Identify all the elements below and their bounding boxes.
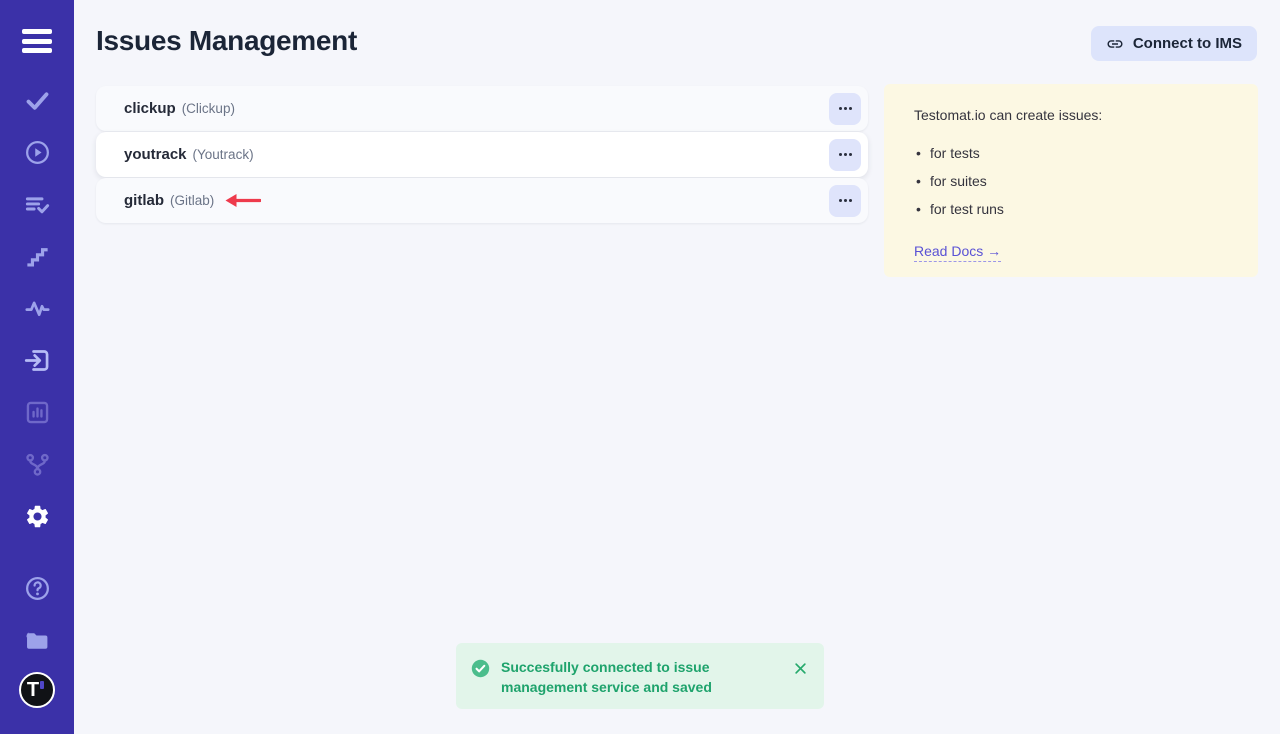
sign-in-icon[interactable] [24,347,51,374]
menu-icon[interactable] [22,29,52,53]
row-menu-button[interactable] [829,185,861,217]
ims-type: (Youtrack) [193,147,254,162]
close-icon[interactable] [791,659,810,678]
row-menu-button[interactable] [829,139,861,171]
info-bullet-list: for tests for suites for test runs [914,145,1228,217]
pulse-icon[interactable] [24,295,51,322]
git-branch-icon[interactable] [24,451,51,478]
toast-message: Succesfully connected to issue managemen… [501,657,781,697]
info-bullet: for suites [914,173,1228,189]
bar-chart-icon[interactable] [24,399,51,426]
read-docs-link[interactable]: Read Docs → [914,243,1001,262]
info-bullet: for tests [914,145,1228,161]
info-box: Testomat.io can create issues: for tests… [884,84,1258,277]
ims-name: clickup [124,100,176,117]
info-box-title: Testomat.io can create issues: [914,107,1228,123]
red-left-arrow-annotation [223,193,261,208]
ims-list: clickup (Clickup) youtrack (Youtrack) gi… [96,86,868,224]
help-icon[interactable] [24,575,51,602]
list-check-icon[interactable] [24,191,51,218]
sidebar: T [0,0,74,734]
ims-row-youtrack[interactable]: youtrack (Youtrack) [96,132,868,177]
connect-to-ims-button[interactable]: Connect to IMS [1091,26,1257,61]
testomat-logo[interactable]: T [19,672,55,708]
ims-type: (Clickup) [182,101,235,116]
ims-name: youtrack [124,146,187,163]
sidebar-nav [0,87,74,530]
ims-name: gitlab [124,192,164,209]
main-content: Issues Management Connect to IMS clickup… [74,0,1280,734]
success-check-icon [471,659,490,678]
gear-icon[interactable] [24,503,51,530]
info-bullet: for test runs [914,201,1228,217]
ims-row-gitlab[interactable]: gitlab (Gitlab) [96,178,868,223]
folder-icon[interactable] [24,627,51,654]
row-menu-button[interactable] [829,93,861,125]
page-title: Issues Management [96,25,357,57]
check-icon[interactable] [24,87,51,114]
steps-icon[interactable] [24,243,51,270]
link-icon [1106,35,1124,53]
ims-row-clickup[interactable]: clickup (Clickup) [96,86,868,131]
play-circle-icon[interactable] [24,139,51,166]
success-toast: Succesfully connected to issue managemen… [456,643,824,709]
ims-type: (Gitlab) [170,193,214,208]
sidebar-bottom [0,575,74,654]
connect-to-ims-label: Connect to IMS [1133,35,1242,52]
